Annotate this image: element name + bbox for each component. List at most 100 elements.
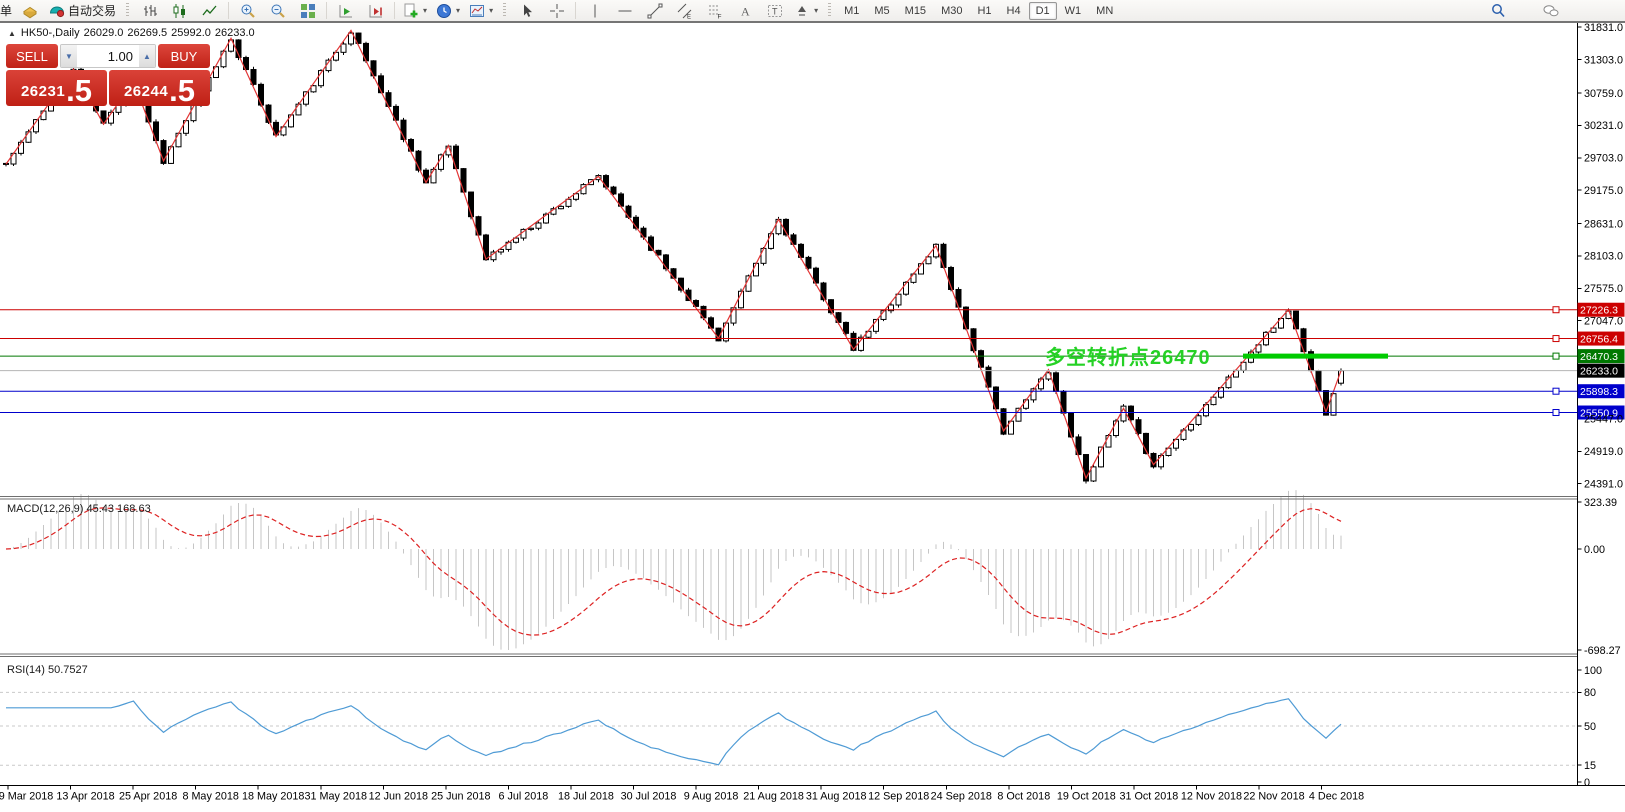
chart-window: 27226.326756.426470.326233.025898.325550… [0, 21, 1625, 812]
horizontal-price-line[interactable] [0, 410, 1577, 416]
cursor-button[interactable] [512, 0, 541, 21]
text-label-icon: T [767, 3, 783, 19]
chat-button[interactable] [1536, 0, 1565, 21]
svg-text:24919.0: 24919.0 [1584, 446, 1623, 458]
tile-windows-button[interactable] [293, 0, 322, 21]
svg-text:50: 50 [1584, 721, 1596, 733]
text-label-button[interactable]: T [760, 0, 789, 21]
templates-button[interactable]: ▾ [465, 0, 497, 21]
search-button[interactable] [1483, 0, 1512, 21]
date-label: 21 Aug 2018 [743, 791, 804, 803]
new-order-icon[interactable] [15, 0, 44, 21]
bar-chart-icon [142, 3, 158, 19]
chart-annotation[interactable]: 多空转折点26470 [1045, 341, 1211, 370]
timeframe-h4[interactable]: H4 [1000, 2, 1028, 20]
sell-price-button[interactable]: 26231.5 [6, 70, 107, 106]
toolbar-grip[interactable] [828, 3, 831, 18]
toolbar-separator [326, 2, 327, 19]
timeframe-m30[interactable]: M30 [934, 2, 969, 20]
chevron-down-icon: ▾ [423, 6, 427, 15]
svg-text:25447.0: 25447.0 [1584, 414, 1623, 426]
trendline-button[interactable] [640, 0, 669, 21]
toolbar-grip[interactable] [503, 3, 506, 18]
date-label: 31 Oct 2018 [1119, 791, 1178, 803]
svg-text:24391.0: 24391.0 [1584, 478, 1623, 490]
horizontal-line-button[interactable] [610, 0, 639, 21]
chart-canvas[interactable]: 27226.326756.426470.326233.025898.325550… [0, 23, 1625, 812]
price-lines[interactable] [0, 307, 1577, 416]
date-label: 4 Dec 2018 [1309, 791, 1364, 803]
svg-text:323.39: 323.39 [1584, 497, 1617, 509]
svg-text:31831.0: 31831.0 [1584, 23, 1623, 34]
highlight-trendline[interactable] [1243, 354, 1388, 359]
buy-price-button[interactable]: 26244.5 [109, 70, 210, 106]
zoom-in-button[interactable] [233, 0, 262, 21]
volume-up-button[interactable]: ▲ [139, 45, 155, 67]
timeframe-h1[interactable]: H1 [970, 2, 998, 20]
timeframe-m15[interactable]: M15 [898, 2, 933, 20]
new-order-button[interactable]: 单 [0, 2, 14, 19]
timeframe-mn[interactable]: MN [1089, 2, 1120, 20]
fibonacci-button[interactable]: F [700, 0, 729, 21]
svg-text:29175.0: 29175.0 [1584, 185, 1623, 197]
toolbar-grip[interactable] [126, 3, 129, 18]
chart-shift-icon [368, 3, 384, 19]
equidistant-channel-button[interactable]: E [670, 0, 699, 21]
zoom-out-icon [270, 3, 286, 19]
auto-scroll-icon [338, 3, 354, 19]
arrows-button[interactable]: ▾ [790, 0, 822, 21]
auto-trading-label: 自动交易 [68, 2, 116, 19]
crosshair-button[interactable] [542, 0, 571, 21]
sell-price-frac: .5 [66, 78, 92, 104]
equidistant-channel-icon: E [677, 3, 693, 19]
svg-text:26470.3: 26470.3 [1580, 351, 1618, 363]
horizontal-price-line[interactable] [0, 307, 1577, 313]
line-chart-button[interactable] [195, 0, 224, 21]
vertical-line-button[interactable] [580, 0, 609, 21]
chevron-down-icon: ▾ [456, 6, 460, 15]
svg-text:0: 0 [1584, 777, 1590, 789]
arrows-icon [794, 3, 810, 19]
indicators-button[interactable]: ▾ [399, 0, 431, 21]
volume-value[interactable]: 1.00 [77, 45, 139, 67]
collapse-trade-panel-icon[interactable]: ▲ [8, 29, 16, 38]
date-label: 25 Jun 2018 [431, 791, 490, 803]
auto-trading-button[interactable]: 自动交易 [45, 0, 120, 21]
timeframe-w1[interactable]: W1 [1058, 2, 1089, 20]
indicators-icon [403, 3, 419, 19]
periods-button[interactable]: ▾ [432, 0, 464, 21]
bar-chart-button[interactable] [135, 0, 164, 21]
svg-text:28631.0: 28631.0 [1584, 218, 1623, 230]
svg-text:30231.0: 30231.0 [1584, 120, 1623, 132]
rsi-pane [0, 692, 1577, 765]
timeframe-m5[interactable]: M5 [867, 2, 896, 20]
cursor-icon [519, 3, 535, 19]
auto-scroll-button[interactable] [331, 0, 360, 21]
svg-text:-698.27: -698.27 [1584, 645, 1621, 657]
svg-text:80: 80 [1584, 687, 1596, 699]
date-label: 24 Sep 2018 [931, 791, 992, 803]
horizontal-price-line[interactable] [0, 336, 1577, 342]
vertical-line-icon [587, 3, 603, 19]
timeframe-d1[interactable]: D1 [1029, 2, 1057, 20]
date-label: 8 May 2018 [182, 791, 238, 803]
buy-button[interactable]: BUY [158, 44, 210, 68]
toolbar-separator [228, 2, 229, 19]
fibonacci-icon: F [707, 3, 723, 19]
timeframe-m1[interactable]: M1 [837, 2, 866, 20]
macd-pane [6, 490, 1341, 650]
chart-shift-button[interactable] [361, 0, 390, 21]
sell-price-int: 26231 [21, 83, 65, 100]
date-label: 19 Oct 2018 [1057, 791, 1116, 803]
text-button[interactable]: A [730, 0, 759, 21]
sell-button[interactable]: SELL [6, 44, 58, 68]
auto-trading-icon [49, 3, 65, 19]
candlestick-chart-button[interactable] [165, 0, 194, 21]
horizontal-price-line[interactable] [0, 388, 1577, 394]
volume-down-button[interactable]: ▼ [61, 45, 77, 67]
svg-text:100: 100 [1584, 665, 1602, 677]
date-label: 31 Aug 2018 [806, 791, 867, 803]
zoom-out-button[interactable] [263, 0, 292, 21]
candlestick-chart-icon [172, 3, 188, 19]
svg-text:F: F [717, 13, 721, 19]
